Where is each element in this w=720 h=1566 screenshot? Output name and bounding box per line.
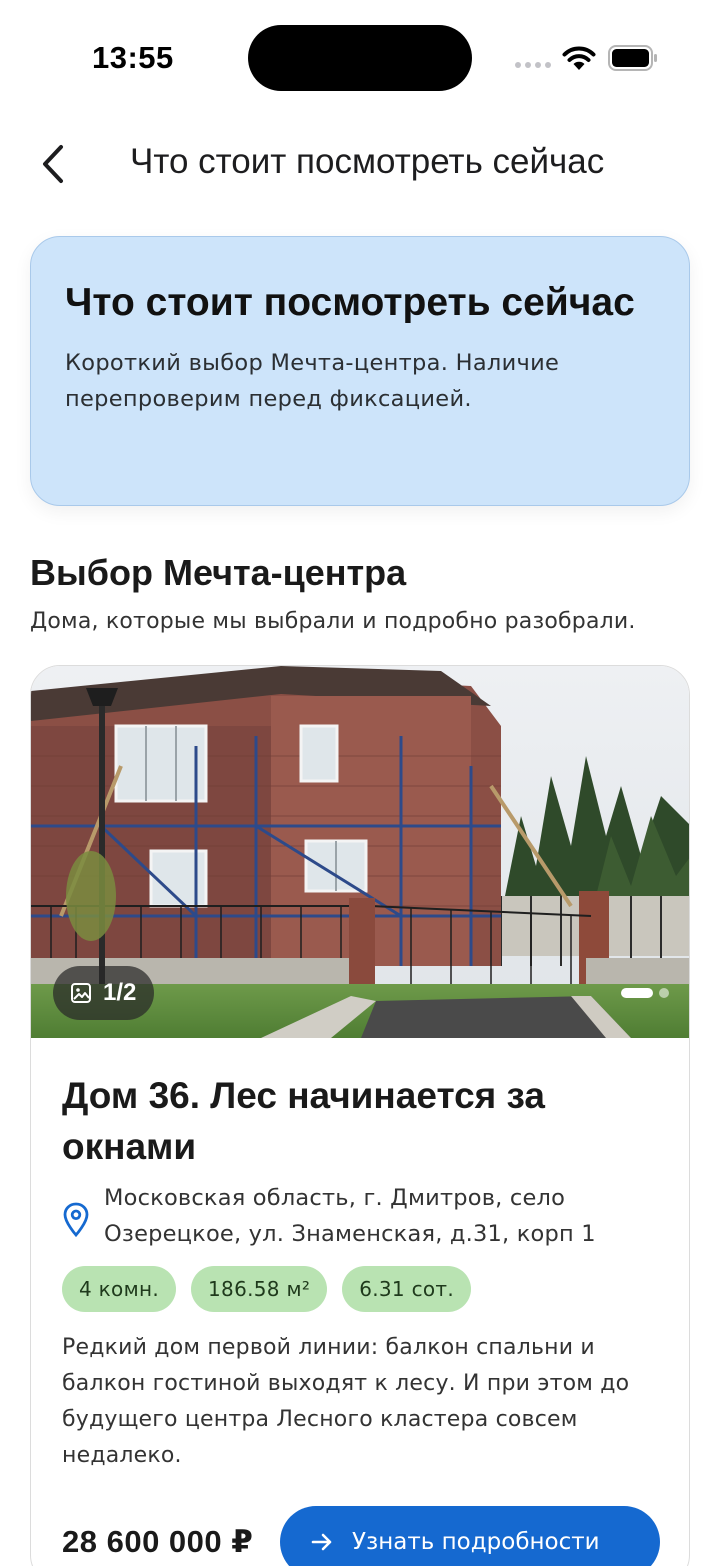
carousel-indicator[interactable] [621,988,669,998]
address-row: Московская область, г. Дмитров, село Озе… [62,1180,662,1252]
rooms-chip: 4 комн. [62,1266,177,1312]
area-chip: 186.58 м² [191,1266,328,1312]
carousel-dot-active [621,988,653,998]
listing-description: Редкий дом первой линии: балкон спальни … [62,1335,630,1468]
listing-price: 28 600 000 ₽ [62,1524,254,1559]
carousel-dot [659,988,669,998]
listing-title: Дом 36. Лес начинается за окнами [62,1075,546,1167]
dynamic-island [248,25,472,91]
listing-photo[interactable]: 1/2 [31,666,689,1038]
photo-counter-badge: 1/2 [53,966,155,1020]
back-button[interactable] [28,136,78,192]
nav-title: Что стоит посмотреть сейчас [130,142,605,181]
section-title: Выбор Мечта-центра [30,552,407,593]
wifi-icon [562,46,596,70]
plot-chip: 6.31 сот. [342,1266,472,1312]
hero-subtitle: Короткий выбор Мечта-центра. Наличие пер… [65,350,560,412]
learn-more-button[interactable]: Узнать подробности [280,1506,660,1566]
arrow-right-icon [311,1533,332,1551]
learn-more-label: Узнать подробности [352,1529,600,1555]
cellular-signal-icon [515,62,551,68]
navigation-bar: Что стоит посмотреть сейчас [0,120,720,210]
hero-title: Что стоит посмотреть сейчас [65,281,635,324]
listing-card[interactable]: 1/2 Дом 36. Лес начинается за окнами Мос… [30,665,690,1566]
photo-counter-text: 1/2 [103,979,137,1006]
gallery-icon [71,983,91,1003]
battery-icon [608,45,657,71]
listing-address: Московская область, г. Дмитров, село Озе… [104,1185,596,1247]
hero-card: Что стоит посмотреть сейчас Короткий выб… [30,236,690,506]
listing-chips: 4 комн. 186.58 м² 6.31 сот. [62,1266,472,1312]
status-bar: 13:55 [0,0,720,110]
status-time: 13:55 [92,40,174,75]
location-pin-icon [63,1202,89,1238]
chevron-left-icon [43,145,63,183]
section-subtitle: Дома, которые мы выбрали и подробно разо… [30,609,636,634]
